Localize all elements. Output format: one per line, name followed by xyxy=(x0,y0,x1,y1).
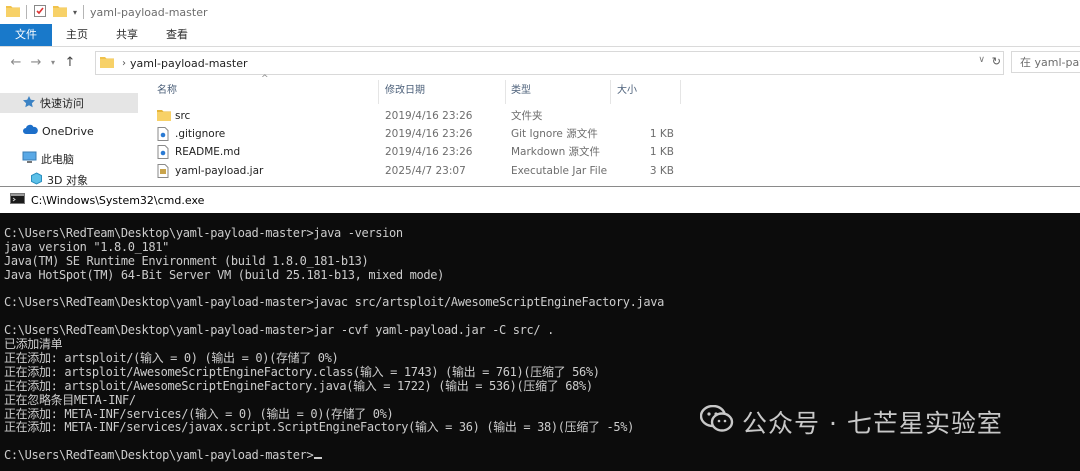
cmd-window-title: C:\Windows\System32\cmd.exe xyxy=(31,193,205,207)
back-arrow-icon[interactable]: ← xyxy=(6,55,26,70)
customize-toolbar-icon[interactable]: ▾ xyxy=(73,8,77,17)
new-folder-icon[interactable] xyxy=(53,5,67,20)
file-type: Markdown 源文件 xyxy=(511,146,601,158)
console-prompt: C:\Users\RedTeam\Desktop\yaml-payload-ma… xyxy=(4,448,314,463)
file-row-readme[interactable]: README.md 2019/4/16 23:26 Markdown 源文件 1… xyxy=(150,143,690,161)
wechat-icon xyxy=(699,404,734,439)
sidebar-item-label: 快速访问 xyxy=(40,97,84,110)
refresh-icon[interactable]: ↻ xyxy=(992,55,1001,68)
file-date: 2025/4/7 23:07 xyxy=(385,165,466,177)
file-list: ^ 名称 修改日期 类型 大小 src 2019/4/16 23:26 文件夹 … xyxy=(150,74,1080,186)
file-date: 2019/4/16 23:26 xyxy=(385,146,473,158)
file-date: 2019/4/16 23:26 xyxy=(385,110,473,122)
console-line: Java(TM) SE Runtime Environment (build 1… xyxy=(4,253,369,268)
cmd-app-icon xyxy=(10,193,25,207)
toolbar-divider xyxy=(83,5,85,19)
column-divider[interactable] xyxy=(505,80,506,104)
file-row-jar[interactable]: yaml-payload.jar 2025/4/7 23:07 Executab… xyxy=(150,162,690,180)
search-input[interactable]: 在 yaml-payload-master 中搜索 xyxy=(1011,51,1080,73)
file-type: Executable Jar File xyxy=(511,165,608,177)
column-header-type[interactable]: 类型 xyxy=(511,80,531,102)
column-header-name[interactable]: 名称 xyxy=(157,80,177,102)
properties-icon[interactable] xyxy=(33,4,47,21)
computer-icon xyxy=(22,151,37,167)
watermark: 公众号 · 七芒星实验室 xyxy=(699,404,1003,440)
tab-share[interactable]: 共享 xyxy=(102,24,152,46)
file-row-gitignore[interactable]: .gitignore 2019/4/16 23:26 Git Ignore 源文… xyxy=(150,125,690,143)
file-type: 文件夹 xyxy=(511,110,543,122)
folder-icon xyxy=(100,56,114,71)
cmd-title-bar[interactable]: C:\Windows\System32\cmd.exe xyxy=(0,186,1080,213)
window-title: yaml-payload-master xyxy=(90,5,208,19)
watermark-text: 公众号 · 七芒星实验室 xyxy=(742,409,1003,438)
console-line: 正在添加: artsploit/(输入 = 0) (输出 = 0)(存储了 0%… xyxy=(4,351,339,366)
file-explorer-window: ▾ yaml-payload-master 文件 主页 共享 查看 ← → ▾ … xyxy=(0,0,1080,187)
file-size: 3 KB xyxy=(649,165,674,177)
sidebar-item-label: OneDrive xyxy=(42,124,94,138)
breadcrumb-item[interactable]: yaml-payload-master xyxy=(130,57,248,70)
up-arrow-icon[interactable]: ↑ xyxy=(60,55,80,70)
navigation-bar: ← → ▾ ↑ › yaml-payload-master ∨ ↻ 在 yaml… xyxy=(0,48,1080,76)
file-name: .gitignore xyxy=(175,128,226,140)
tab-file[interactable]: 文件 xyxy=(0,24,52,46)
star-icon xyxy=(22,95,36,112)
address-bar[interactable]: › yaml-payload-master ∨ ↻ xyxy=(95,51,1004,75)
cloud-icon xyxy=(22,124,38,139)
file-row-src[interactable]: src 2019/4/16 23:26 文件夹 xyxy=(150,107,690,125)
console-line: 正在添加: artsploit/AwesomeScriptEngineFacto… xyxy=(4,364,600,379)
sidebar-item-label: 此电脑 xyxy=(41,153,74,166)
file-size: 1 KB xyxy=(649,128,674,140)
file-name: src xyxy=(175,110,191,122)
console-line: C:\Users\RedTeam\Desktop\yaml-payload-ma… xyxy=(4,226,403,240)
console-line: C:\Users\RedTeam\Desktop\yaml-payload-ma… xyxy=(4,295,664,310)
console-prompt-line: C:\Users\RedTeam\Desktop\yaml-payload-ma… xyxy=(4,448,1074,463)
file-name: README.md xyxy=(175,146,241,158)
navigation-pane: 快速访问 OneDrive 此电脑 3D 对象 xyxy=(0,80,150,187)
quick-access-toolbar: ▾ yaml-payload-master xyxy=(0,0,1080,24)
sidebar-item-this-pc[interactable]: 此电脑 xyxy=(22,149,74,169)
toolbar-divider xyxy=(26,5,27,19)
file-date: 2019/4/16 23:26 xyxy=(385,128,473,140)
breadcrumb-chevron-icon[interactable]: › xyxy=(122,58,126,69)
console-line: Java HotSpot(TM) 64-Bit Server VM (build… xyxy=(4,267,444,282)
sidebar-item-onedrive[interactable]: OneDrive xyxy=(22,121,94,141)
file-size: 1 KB xyxy=(649,146,674,158)
cmd-window: C:\Windows\System32\cmd.exe C:\Users\Red… xyxy=(0,186,1080,471)
console-line: 已添加清单 xyxy=(4,337,63,352)
column-divider[interactable] xyxy=(610,80,611,104)
console-line: C:\Users\RedTeam\Desktop\yaml-payload-ma… xyxy=(4,323,554,338)
tab-view[interactable]: 查看 xyxy=(152,24,202,46)
file-type: Git Ignore 源文件 xyxy=(511,128,598,140)
column-header-size[interactable]: 大小 xyxy=(617,80,637,102)
text-cursor xyxy=(314,457,323,460)
sidebar-item-quick-access[interactable]: 快速访问 xyxy=(0,93,138,113)
console-line: java version "1.8.0_181" xyxy=(4,239,169,254)
column-header-date[interactable]: 修改日期 xyxy=(385,80,425,102)
file-name: yaml-payload.jar xyxy=(175,165,264,177)
forward-arrow-icon[interactable]: → xyxy=(26,55,46,70)
sort-ascending-icon: ^ xyxy=(261,74,269,84)
ribbon-tabs: 文件 主页 共享 查看 xyxy=(0,24,1080,47)
tab-home[interactable]: 主页 xyxy=(52,24,102,46)
jar-icon xyxy=(157,164,169,184)
column-divider[interactable] xyxy=(680,80,681,104)
console-line: 正在添加: artsploit/AwesomeScriptEngineFacto… xyxy=(4,378,593,393)
column-divider[interactable] xyxy=(378,80,379,104)
folder-icon xyxy=(6,5,20,20)
recent-locations-chevron-icon[interactable]: ▾ xyxy=(46,58,60,67)
address-dropdown-icon[interactable]: ∨ xyxy=(978,55,985,65)
